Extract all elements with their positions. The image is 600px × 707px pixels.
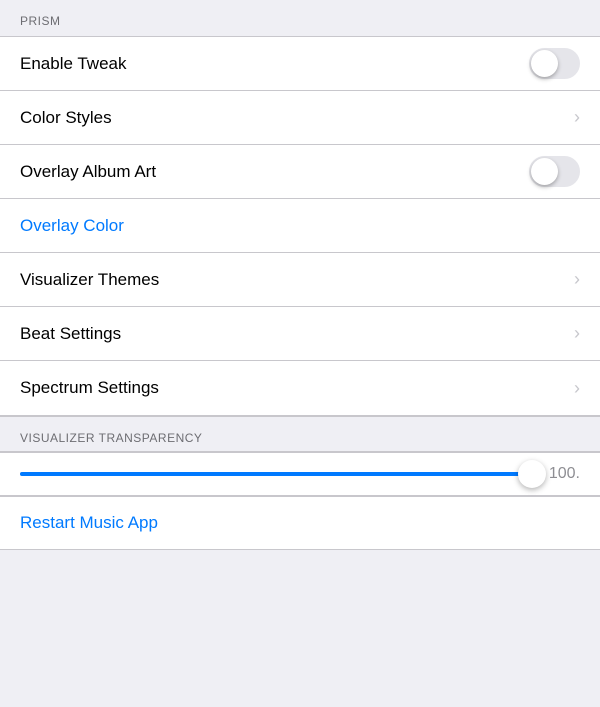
visualizer-themes-row[interactable]: Visualizer Themes › (0, 253, 600, 307)
enable-tweak-row[interactable]: Enable Tweak (0, 37, 600, 91)
slider-thumb[interactable] (518, 460, 546, 488)
slider-track (20, 472, 532, 476)
beat-settings-row[interactable]: Beat Settings › (0, 307, 600, 361)
slider-value: 100. (544, 465, 580, 483)
slider-track-container[interactable] (20, 472, 532, 476)
slider-row: 100. (0, 452, 600, 496)
visualizer-transparency-label: VISUALIZER TRANSPARENCY (20, 431, 202, 445)
settings-container: PRISM Enable Tweak Color Styles › Overla… (0, 0, 600, 707)
toggle-knob (531, 50, 558, 77)
prism-section-header: PRISM (0, 0, 600, 36)
prism-settings-group: Enable Tweak Color Styles › Overlay Albu… (0, 36, 600, 416)
beat-settings-label: Beat Settings (20, 324, 121, 344)
overlay-color-label: Overlay Color (20, 216, 124, 236)
overlay-album-art-toggle[interactable] (529, 156, 580, 187)
visualizer-themes-label: Visualizer Themes (20, 270, 159, 290)
spectrum-settings-chevron-icon: › (574, 378, 580, 399)
overlay-album-art-row[interactable]: Overlay Album Art (0, 145, 600, 199)
enable-tweak-label: Enable Tweak (20, 54, 126, 74)
color-styles-chevron-icon: › (574, 107, 580, 128)
restart-music-app-label: Restart Music App (20, 513, 158, 532)
overlay-color-row[interactable]: Overlay Color (0, 199, 600, 253)
visualizer-transparency-header: VISUALIZER TRANSPARENCY (0, 416, 600, 452)
overlay-album-art-toggle-knob (531, 158, 558, 185)
visualizer-transparency-section: VISUALIZER TRANSPARENCY 100. (0, 416, 600, 496)
enable-tweak-toggle[interactable] (529, 48, 580, 79)
beat-settings-chevron-icon: › (574, 323, 580, 344)
restart-row[interactable]: Restart Music App (0, 496, 600, 550)
color-styles-row[interactable]: Color Styles › (0, 91, 600, 145)
bottom-space (0, 550, 600, 570)
color-styles-label: Color Styles (20, 108, 112, 128)
spectrum-settings-label: Spectrum Settings (20, 378, 159, 398)
spectrum-settings-row[interactable]: Spectrum Settings › (0, 361, 600, 415)
visualizer-themes-chevron-icon: › (574, 269, 580, 290)
slider-fill (20, 472, 532, 476)
overlay-album-art-label: Overlay Album Art (20, 162, 156, 182)
